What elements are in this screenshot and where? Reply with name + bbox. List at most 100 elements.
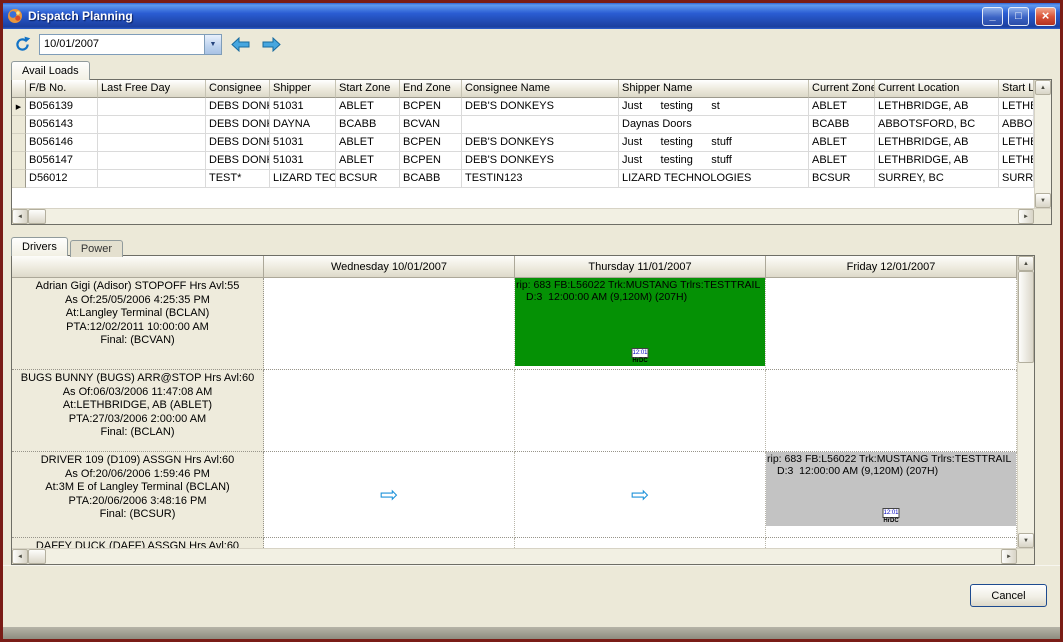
trip-event-active[interactable]: rip: 683 FB:L56022 Trk:MUSTANG Trlrs:TES… <box>515 278 765 366</box>
cell[interactable]: ABLET <box>809 98 875 116</box>
column-header-start-location[interactable]: Start L <box>999 80 1034 98</box>
schedule-cell[interactable]: rip: 683 FB:L56022 Trk:MUSTANG Trlrs:TES… <box>515 278 766 370</box>
cell[interactable]: DEBS DONKE <box>206 134 270 152</box>
minimize-button[interactable]: _ <box>982 7 1003 26</box>
cell[interactable]: Just testing stuff <box>619 134 809 152</box>
driver-column-header[interactable] <box>12 256 264 278</box>
schedule-cell[interactable] <box>515 538 766 548</box>
scroll-right-button[interactable]: ► <box>1001 549 1017 564</box>
scroll-thumb[interactable] <box>28 209 46 224</box>
cell[interactable]: BCVAN <box>400 116 462 134</box>
scheduler-vertical-scrollbar[interactable]: ▲ ▼ <box>1017 256 1034 548</box>
cell[interactable]: 51031 <box>270 152 336 170</box>
loads-horizontal-scrollbar[interactable]: ◄ ► <box>12 208 1051 224</box>
cell[interactable]: 51031 <box>270 134 336 152</box>
cell[interactable]: LETHB <box>999 98 1034 116</box>
schedule-cell[interactable] <box>766 278 1017 370</box>
cell[interactable]: DAYNA <box>270 116 336 134</box>
scroll-track[interactable] <box>1018 363 1034 533</box>
cell[interactable]: DEB'S DONKEYS <box>462 152 619 170</box>
schedule-cell[interactable] <box>264 538 515 548</box>
date-combobox[interactable]: 10/01/2007 ▼ <box>39 34 222 55</box>
day-header-wednesday[interactable]: Wednesday 10/01/2007 <box>264 256 515 278</box>
cell[interactable]: TESTIN123 <box>462 170 619 188</box>
driver-info-daffy-duck[interactable]: DAFFY DUCK (DAFF) ASSGN Hrs Avl:60 <box>12 538 264 548</box>
schedule-cell[interactable] <box>264 278 515 370</box>
schedule-cell[interactable] <box>766 370 1017 452</box>
schedule-cell[interactable]: ⇨ <box>264 452 515 538</box>
cell[interactable]: Just testing stuff <box>619 152 809 170</box>
cell[interactable]: B056147 <box>26 152 98 170</box>
cancel-button[interactable]: Cancel <box>970 584 1047 607</box>
tab-drivers[interactable]: Drivers <box>11 237 68 256</box>
column-header-current-zone[interactable]: Current Zone <box>809 80 875 98</box>
cell[interactable] <box>98 152 206 170</box>
driver-info-adrian-gigi[interactable]: Adrian Gigi (Adisor) STOPOFF Hrs Avl:55 … <box>12 278 264 370</box>
cell[interactable]: B056146 <box>26 134 98 152</box>
move-arrow-icon[interactable]: ⇨ <box>380 484 398 506</box>
scroll-track[interactable] <box>46 209 1018 224</box>
column-header-fb-no[interactable]: F/B No. <box>26 80 98 98</box>
column-header-start-zone[interactable]: Start Zone <box>336 80 400 98</box>
scroll-thumb[interactable] <box>1018 271 1034 363</box>
trip-event-assigned[interactable]: rip: 683 FB:L56022 Trk:MUSTANG Trlrs:TES… <box>766 452 1016 526</box>
schedule-cell[interactable] <box>264 370 515 452</box>
cell[interactable]: SURREY, BC <box>875 170 999 188</box>
cell[interactable]: LETHB <box>999 134 1034 152</box>
scheduler-horizontal-scrollbar[interactable]: ◄ ► <box>12 548 1034 564</box>
cell[interactable] <box>98 134 206 152</box>
next-day-button[interactable] <box>258 33 284 55</box>
cell[interactable]: LETHBRIDGE, AB <box>875 152 999 170</box>
cell[interactable]: BCABB <box>809 116 875 134</box>
combo-dropdown-button[interactable]: ▼ <box>204 35 221 54</box>
cell[interactable]: B056143 <box>26 116 98 134</box>
cell[interactable]: D56012 <box>26 170 98 188</box>
scroll-thumb[interactable] <box>28 549 46 564</box>
day-header-thursday[interactable]: Thursday 11/01/2007 <box>515 256 766 278</box>
cell[interactable]: B056139 <box>26 98 98 116</box>
row-selector[interactable]: ▶ <box>12 98 26 116</box>
row-selector[interactable] <box>12 170 26 188</box>
scroll-left-button[interactable]: ◄ <box>12 549 28 564</box>
tab-avail-loads[interactable]: Avail Loads <box>11 61 90 80</box>
day-header-friday[interactable]: Friday 12/01/2007 <box>766 256 1017 278</box>
cell[interactable]: DEB'S DONKEYS <box>462 98 619 116</box>
cell[interactable]: ABLET <box>809 134 875 152</box>
column-header-shipper[interactable]: Shipper <box>270 80 336 98</box>
cell[interactable]: Just testing st <box>619 98 809 116</box>
row-selector[interactable] <box>12 152 26 170</box>
cell[interactable]: LETHBRIDGE, AB <box>875 134 999 152</box>
schedule-cell[interactable]: rip: 683 FB:L56022 Trk:MUSTANG Trlrs:TES… <box>766 452 1017 538</box>
schedule-cell[interactable] <box>515 370 766 452</box>
row-selector[interactable] <box>12 134 26 152</box>
cell[interactable]: ABBOTSFORD, BC <box>875 116 999 134</box>
column-header-consignee-name[interactable]: Consignee Name <box>462 80 619 98</box>
column-header-consignee[interactable]: Consignee <box>206 80 270 98</box>
cell[interactable]: DEBS DONKE <box>206 116 270 134</box>
title-bar[interactable]: Dispatch Planning _ □ × <box>3 3 1060 29</box>
cell[interactable]: LETHB <box>999 152 1034 170</box>
scroll-track[interactable] <box>1035 95 1051 193</box>
cell[interactable]: ABLET <box>809 152 875 170</box>
cell[interactable]: DEBS DONKE <box>206 152 270 170</box>
cell[interactable]: ABLET <box>336 152 400 170</box>
cell[interactable]: 51031 <box>270 98 336 116</box>
cell[interactable]: BCSUR <box>809 170 875 188</box>
cell[interactable]: BCABB <box>400 170 462 188</box>
column-header-last-free-day[interactable]: Last Free Day <box>98 80 206 98</box>
schedule-cell[interactable]: ⇨ <box>515 452 766 538</box>
cell[interactable]: DEBS DONKE <box>206 98 270 116</box>
scroll-down-button[interactable]: ▼ <box>1018 533 1034 548</box>
move-arrow-icon[interactable]: ⇨ <box>631 484 649 506</box>
scroll-up-button[interactable]: ▲ <box>1018 256 1034 271</box>
scroll-left-button[interactable]: ◄ <box>12 209 28 224</box>
column-header-current-location[interactable]: Current Location <box>875 80 999 98</box>
refresh-button[interactable] <box>10 33 34 55</box>
loads-vertical-scrollbar[interactable]: ▲ ▼ <box>1034 80 1051 208</box>
cell[interactable] <box>462 116 619 134</box>
cell[interactable]: DEB'S DONKEYS <box>462 134 619 152</box>
selector-column-header[interactable] <box>12 80 26 98</box>
column-header-shipper-name[interactable]: Shipper Name <box>619 80 809 98</box>
cell[interactable]: BCPEN <box>400 98 462 116</box>
close-button[interactable]: × <box>1035 7 1056 26</box>
